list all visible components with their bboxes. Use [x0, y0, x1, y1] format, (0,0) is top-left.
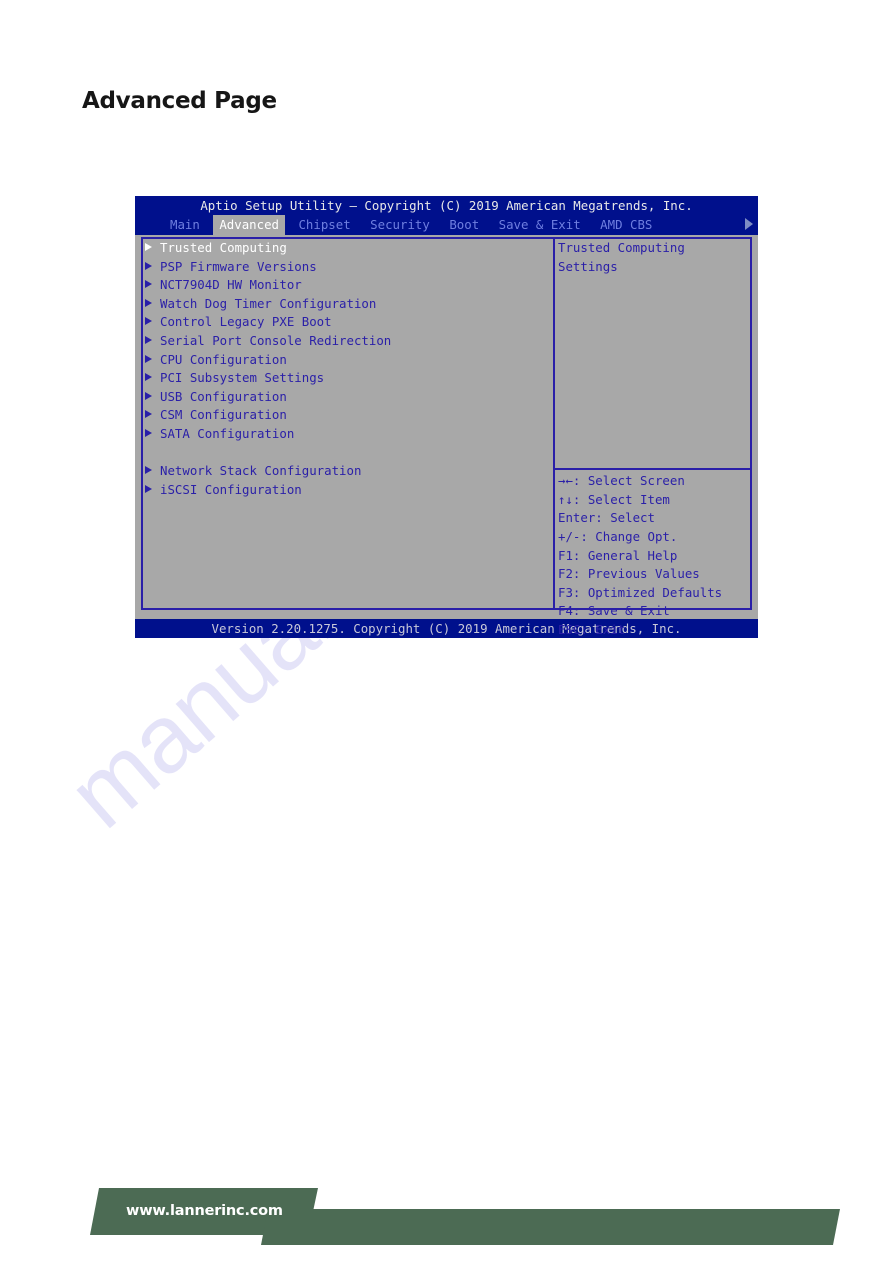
legend-change-opt: +/-: Change Opt. [558, 528, 678, 544]
footer-site-url: www.lannerinc.com [126, 1203, 283, 1219]
legend-save-and-exit: F4: Save & Exit [558, 603, 670, 619]
menu-item-label: Serial Port Console Redirection [160, 332, 392, 348]
menu-item-watch-dog-timer-configuration[interactable]: Watch Dog Timer Configuration [143, 295, 548, 314]
panel-horizontal-divider [555, 468, 750, 470]
menu-item-control-legacy-pxe-boot[interactable]: Control Legacy PXE Boot [143, 313, 548, 332]
menu-item-label: iSCSI Configuration [160, 481, 302, 497]
help-text-line: Settings [558, 258, 618, 274]
menu-item-usb-configuration[interactable]: USB Configuration [143, 388, 548, 407]
legend-select-item: ↑↓: Select Item [558, 491, 670, 507]
legend-optimized-defaults: F3: Optimized Defaults [558, 584, 723, 600]
triangle-right-icon [145, 484, 152, 493]
help-text-line: Trusted Computing [558, 240, 685, 255]
menu-item-label: PSP Firmware Versions [160, 258, 317, 274]
triangle-right-icon [145, 335, 152, 344]
bios-titlebar: Aptio Setup Utility – Copyright (C) 2019… [135, 196, 758, 215]
help-panel-gap [555, 276, 750, 472]
tab-save-and-exit[interactable]: Save & Exit [493, 215, 587, 235]
tab-amd-cbs[interactable]: AMD CBS [594, 215, 658, 235]
tab-boot[interactable]: Boot [443, 215, 485, 235]
bios-tab-bar: Main Advanced Chipset Security Boot Save… [135, 215, 758, 235]
legend-enter-select: Enter: Select [558, 510, 655, 526]
menu-item-nct7904d-hw-monitor[interactable]: NCT7904D HW Monitor [143, 276, 548, 295]
legend-general-help: F1: General Help [558, 547, 678, 563]
panel-vertical-divider [553, 237, 555, 610]
tab-advanced[interactable]: Advanced [213, 215, 285, 235]
menu-item-label: SATA Configuration [160, 425, 295, 441]
triangle-right-icon [145, 391, 152, 400]
legend-select-screen: →←: Select Screen [558, 473, 685, 489]
triangle-right-icon [145, 298, 152, 307]
chevron-right-icon[interactable] [745, 218, 753, 230]
menu-item-label: PCI Subsystem Settings [160, 370, 325, 386]
triangle-right-icon [145, 261, 152, 270]
menu-item-label: NCT7904D HW Monitor [160, 277, 302, 293]
menu-item-label: Network Stack Configuration [160, 463, 362, 479]
bios-body: Trusted Computing PSP Firmware Versions … [135, 235, 758, 637]
triangle-right-icon [145, 410, 152, 419]
page-title: Advanced Page [82, 88, 277, 114]
menu-item-label: CPU Configuration [160, 351, 287, 367]
menu-item-network-stack-configuration[interactable]: Network Stack Configuration [143, 462, 548, 481]
menu-item-pci-subsystem-settings[interactable]: PCI Subsystem Settings [143, 369, 548, 388]
menu-item-trusted-computing[interactable]: Trusted Computing [143, 239, 548, 258]
menu-item-sata-configuration[interactable]: SATA Configuration [143, 425, 548, 444]
menu-item-cpu-configuration[interactable]: CPU Configuration [143, 351, 548, 370]
menu-item-psp-firmware-versions[interactable]: PSP Firmware Versions [143, 258, 548, 277]
menu-item-iscsi-configuration[interactable]: iSCSI Configuration [143, 481, 548, 500]
menu-spacer-row [143, 444, 548, 463]
triangle-right-icon [145, 354, 152, 363]
triangle-right-icon [145, 280, 152, 289]
bios-menu-list: Trusted Computing PSP Firmware Versions … [143, 239, 548, 608]
legend-previous-values: F2: Previous Values [558, 566, 700, 582]
footer-right-bar [261, 1209, 840, 1245]
tab-chipset[interactable]: Chipset [292, 215, 356, 235]
triangle-right-icon [145, 466, 152, 475]
menu-item-label: Trusted Computing [160, 240, 287, 255]
triangle-right-icon [145, 428, 152, 437]
footer-banner: www.lannerinc.com [0, 1183, 893, 1245]
tab-main[interactable]: Main [164, 215, 206, 235]
triangle-right-icon [145, 243, 152, 251]
bios-help-panel: Trusted Computing Settings →←: Select Sc… [555, 239, 750, 637]
menu-item-serial-port-console-redirection[interactable]: Serial Port Console Redirection [143, 332, 548, 351]
tab-security[interactable]: Security [364, 215, 436, 235]
menu-item-label: USB Configuration [160, 388, 287, 404]
bios-setup-window: Aptio Setup Utility – Copyright (C) 2019… [135, 196, 758, 638]
menu-item-label: Control Legacy PXE Boot [160, 314, 332, 330]
menu-item-csm-configuration[interactable]: CSM Configuration [143, 406, 548, 425]
legend-esc-exit: ESC: Exit [558, 621, 626, 637]
triangle-right-icon [145, 373, 152, 382]
menu-item-label: Watch Dog Timer Configuration [160, 295, 377, 311]
triangle-right-icon [145, 317, 152, 326]
menu-item-label: CSM Configuration [160, 407, 287, 423]
